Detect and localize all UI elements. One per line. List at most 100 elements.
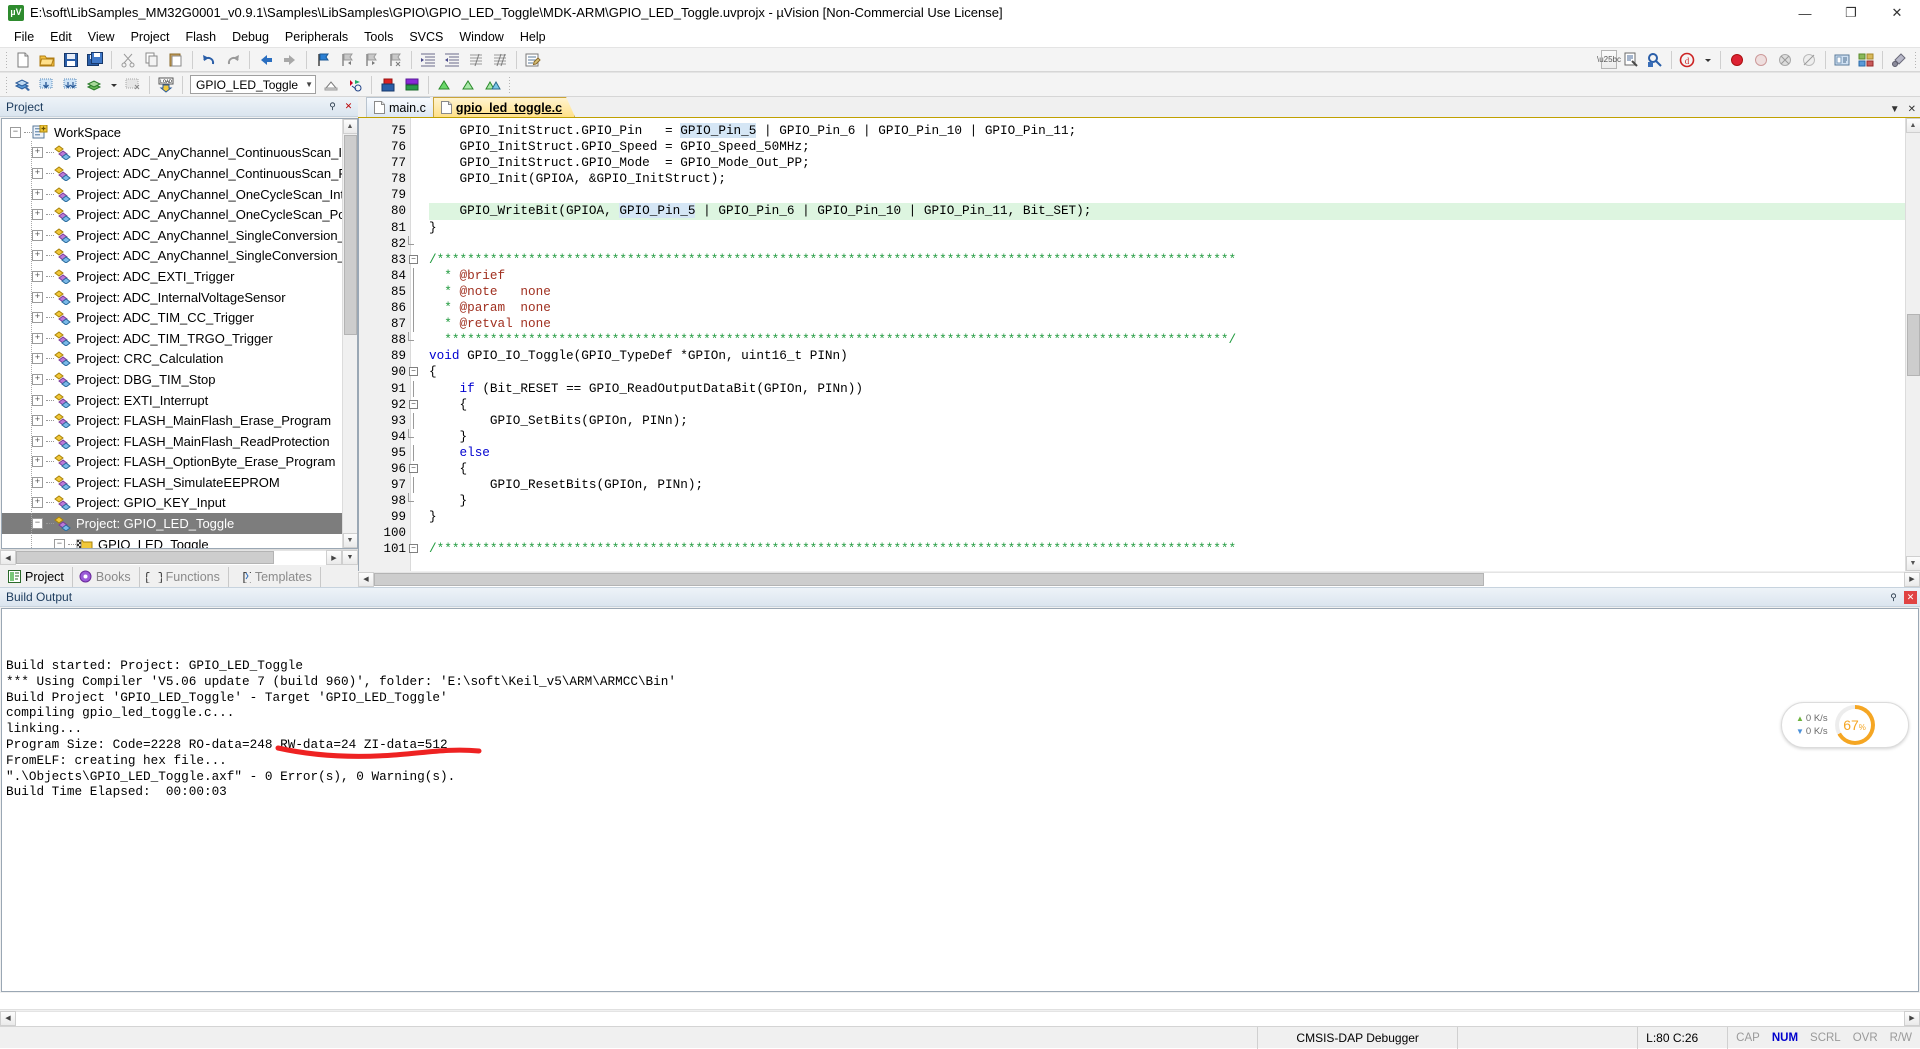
tree-expand-icon[interactable]: + [32, 436, 43, 447]
open-file-icon[interactable] [36, 49, 58, 70]
scroll-thumb[interactable] [344, 135, 357, 335]
build-dropdown-icon[interactable] [108, 74, 120, 95]
code-line[interactable]: GPIO_WriteBit(GPIOA, GPIO_Pin_5 | GPIO_P… [429, 203, 1905, 219]
code-line[interactable]: { [429, 397, 1905, 413]
tree-item[interactable]: +Project: ADC_AnyChannel_SingleConversio… [2, 225, 342, 246]
editor-scroll-right-icon[interactable]: ▶ [1904, 572, 1920, 587]
tree-item[interactable]: −Project: GPIO_LED_Toggle [2, 513, 342, 534]
navigate-forward-icon[interactable] [279, 49, 301, 70]
redo-icon[interactable] [222, 49, 244, 70]
scroll-left-arrow-icon[interactable]: ◀ [0, 550, 16, 565]
tree-item[interactable]: +Project: ADC_AnyChannel_OneCycleScan_Po… [2, 204, 342, 225]
breakpoint-disable-icon[interactable] [1750, 49, 1772, 70]
tree-item[interactable]: +Project: CRC_Calculation [2, 349, 342, 370]
navigate-back-icon[interactable] [255, 49, 277, 70]
tree-expand-icon[interactable]: + [32, 415, 43, 426]
rebuild-icon[interactable] [36, 74, 58, 95]
menu-debug[interactable]: Debug [224, 28, 277, 46]
outdent-icon[interactable] [441, 49, 463, 70]
close-icon[interactable]: ✕ [342, 100, 355, 113]
download-load-icon[interactable]: LOAD [155, 74, 177, 95]
code-line[interactable]: else [429, 445, 1905, 461]
stop-build-icon[interactable] [122, 74, 144, 95]
code-area[interactable]: 757677787980818283−84858687888990−9192−9… [359, 118, 1905, 571]
editor-hscroll-track[interactable] [374, 572, 1904, 587]
project-window-icon[interactable] [458, 74, 480, 95]
code-line[interactable]: if (Bit_RESET == GPIO_ReadOutputDataBit(… [429, 381, 1905, 397]
pin-icon[interactable]: ⚲ [326, 100, 339, 113]
hscroll-track[interactable] [16, 550, 326, 565]
tree-item[interactable]: +Project: ADC_AnyChannel_ContinuousScan_… [2, 163, 342, 184]
editor-scroll-down-icon[interactable]: ▼ [1906, 556, 1920, 571]
tree-item[interactable]: +Project: ADC_AnyChannel_ContinuousScan_… [2, 143, 342, 164]
panel-tab-books[interactable]: Books [73, 567, 140, 587]
code-line[interactable]: GPIO_ResetBits(GPIOn, PINn); [429, 477, 1905, 493]
tree-item[interactable]: +Project: ADC_AnyChannel_SingleConversio… [2, 246, 342, 267]
tree-expand-icon[interactable]: + [32, 374, 43, 385]
menu-edit[interactable]: Edit [42, 28, 80, 46]
books-window-icon[interactable] [377, 74, 399, 95]
window-scroll-right-icon[interactable]: ▶ [1904, 1011, 1920, 1026]
dropdown-caret-icon[interactable]: \u25bc [1601, 50, 1617, 69]
close-button[interactable]: ✕ [1874, 0, 1920, 26]
manage-run-time-env-icon[interactable] [1855, 49, 1877, 70]
toolbar-grip[interactable] [5, 51, 8, 68]
code-line[interactable]: /***************************************… [429, 252, 1905, 268]
tree-collapse-icon[interactable]: − [54, 539, 65, 548]
tree-collapse-icon[interactable]: − [10, 127, 21, 138]
build-output-text[interactable]: Build started: Project: GPIO_LED_Toggle*… [1, 608, 1919, 992]
tree-item[interactable]: +Project: ADC_AnyChannel_OneCycleScan_In… [2, 184, 342, 205]
tree-expand-icon[interactable]: + [32, 189, 43, 200]
code-line[interactable]: * @retval none [429, 316, 1905, 332]
tree-item[interactable]: −GPIO_LED_Toggle [2, 534, 342, 548]
breakpoint-kill-all-icon[interactable] [1774, 49, 1796, 70]
panel-tab-project[interactable]: Project [2, 567, 73, 587]
tree-item[interactable]: +Project: FLASH_OptionByte_Erase_Program [2, 452, 342, 473]
window-scroll-left-icon[interactable]: ◀ [0, 1011, 16, 1026]
editor-tab-main-c[interactable]: main.c [366, 97, 439, 117]
debug-dropdown-icon[interactable] [1701, 49, 1715, 70]
menu-view[interactable]: View [80, 28, 123, 46]
minimize-button[interactable]: — [1782, 0, 1828, 26]
tree-expand-icon[interactable]: + [32, 477, 43, 488]
editor-scroll-left-icon[interactable]: ◀ [358, 572, 374, 587]
code-line[interactable]: * @brief [429, 268, 1905, 284]
comment-icon[interactable] [465, 49, 487, 70]
menu-file[interactable]: File [6, 28, 42, 46]
build-icon[interactable] [12, 74, 34, 95]
find-in-files-icon[interactable] [1644, 49, 1666, 70]
code-line[interactable]: GPIO_SetBits(GPIOn, PINn); [429, 413, 1905, 429]
menu-project[interactable]: Project [123, 28, 178, 46]
breakpoint-disable-all-icon[interactable] [1798, 49, 1820, 70]
build-toolbar-grip[interactable] [5, 76, 8, 93]
tree-item[interactable]: +Project: GPIO_KEY_Input [2, 493, 342, 514]
tree-item[interactable]: +Project: FLASH_MainFlash_Erase_Program [2, 410, 342, 431]
editor-vscrollbar[interactable]: ▲ ▼ [1905, 118, 1920, 571]
code-line[interactable]: ****************************************… [429, 332, 1905, 348]
code-line[interactable]: GPIO_InitStruct.GPIO_Mode = GPIO_Mode_Ou… [429, 155, 1905, 171]
indent-icon[interactable] [417, 49, 439, 70]
code-line[interactable]: { [429, 364, 1905, 380]
clear-bookmarks-icon[interactable] [384, 49, 406, 70]
tree-expand-icon[interactable]: + [32, 271, 43, 282]
undo-icon[interactable] [198, 49, 220, 70]
hscroll-dropdown-icon[interactable]: ▼ [342, 550, 358, 565]
tabstrip-close-icon[interactable]: ✕ [1908, 104, 1916, 115]
code-line[interactable]: { [429, 461, 1905, 477]
project-tree-hscrollbar[interactable]: ◀ ▶ ▼ [0, 549, 358, 565]
batch-build-icon[interactable] [60, 74, 82, 95]
next-bookmark-icon[interactable] [360, 49, 382, 70]
templates-window-icon[interactable] [482, 74, 504, 95]
code-line[interactable]: } [429, 509, 1905, 525]
breakpoint-icon[interactable] [1726, 49, 1748, 70]
tree-expand-icon[interactable]: + [32, 292, 43, 303]
manage-project-items-icon[interactable] [344, 74, 366, 95]
scroll-right-arrow-icon[interactable]: ▶ [326, 550, 342, 565]
code-line[interactable] [429, 236, 1905, 252]
new-file-icon[interactable] [12, 49, 34, 70]
uncomment-icon[interactable] [489, 49, 511, 70]
tree-expand-icon[interactable]: + [32, 456, 43, 467]
tree-expand-icon[interactable]: + [32, 353, 43, 364]
menu-svcs[interactable]: SVCS [401, 28, 451, 46]
menu-help[interactable]: Help [512, 28, 554, 46]
